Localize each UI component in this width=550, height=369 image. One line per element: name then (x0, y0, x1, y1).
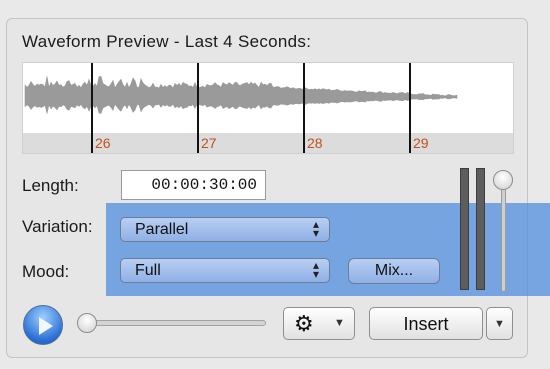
play-button[interactable] (23, 305, 63, 345)
length-field[interactable]: 00:00:30:00 (121, 170, 266, 200)
mood-label: Mood: (22, 262, 70, 281)
length-label: Length: (22, 176, 79, 195)
action-menu-button[interactable]: ⚙ ▼ (283, 307, 355, 340)
level-meter-left (460, 168, 469, 290)
mood-popup[interactable]: Full ▴ ▾ (120, 258, 330, 283)
variation-popup[interactable]: Parallel ▴ ▾ (120, 217, 330, 242)
volume-slider-track[interactable] (501, 180, 506, 292)
playback-slider-knob[interactable] (77, 313, 97, 333)
marker-line (303, 63, 305, 153)
marker-label-26: 26 (95, 135, 111, 151)
insert-options-button[interactable]: ▼ (486, 307, 513, 340)
variation-label: Variation: (22, 217, 93, 236)
marker-label-27: 27 (201, 135, 217, 151)
chevron-down-icon: ▼ (334, 317, 345, 329)
updown-arrows-icon: ▴ ▾ (312, 258, 319, 281)
mood-value: Full (135, 262, 161, 279)
updown-arrows-icon: ▴ ▾ (312, 217, 319, 240)
mix-button[interactable]: Mix... (348, 258, 440, 284)
play-icon (39, 317, 53, 335)
marker-line (409, 63, 411, 153)
waveform-preview[interactable]: 26 27 28 29 (22, 62, 514, 154)
waveform-title: Waveform Preview - Last 4 Seconds: (22, 32, 312, 51)
chevron-down-icon: ▼ (494, 318, 505, 330)
marker-line (91, 63, 93, 153)
level-meter-right (476, 168, 485, 290)
marker-line (197, 63, 199, 153)
volume-slider-knob[interactable] (493, 170, 513, 190)
marker-label-29: 29 (413, 135, 429, 151)
gear-icon: ⚙ (294, 311, 314, 336)
insert-button[interactable]: Insert (369, 307, 483, 340)
variation-value: Parallel (135, 221, 189, 238)
playback-slider-track[interactable] (88, 320, 266, 326)
marker-label-28: 28 (307, 135, 323, 151)
